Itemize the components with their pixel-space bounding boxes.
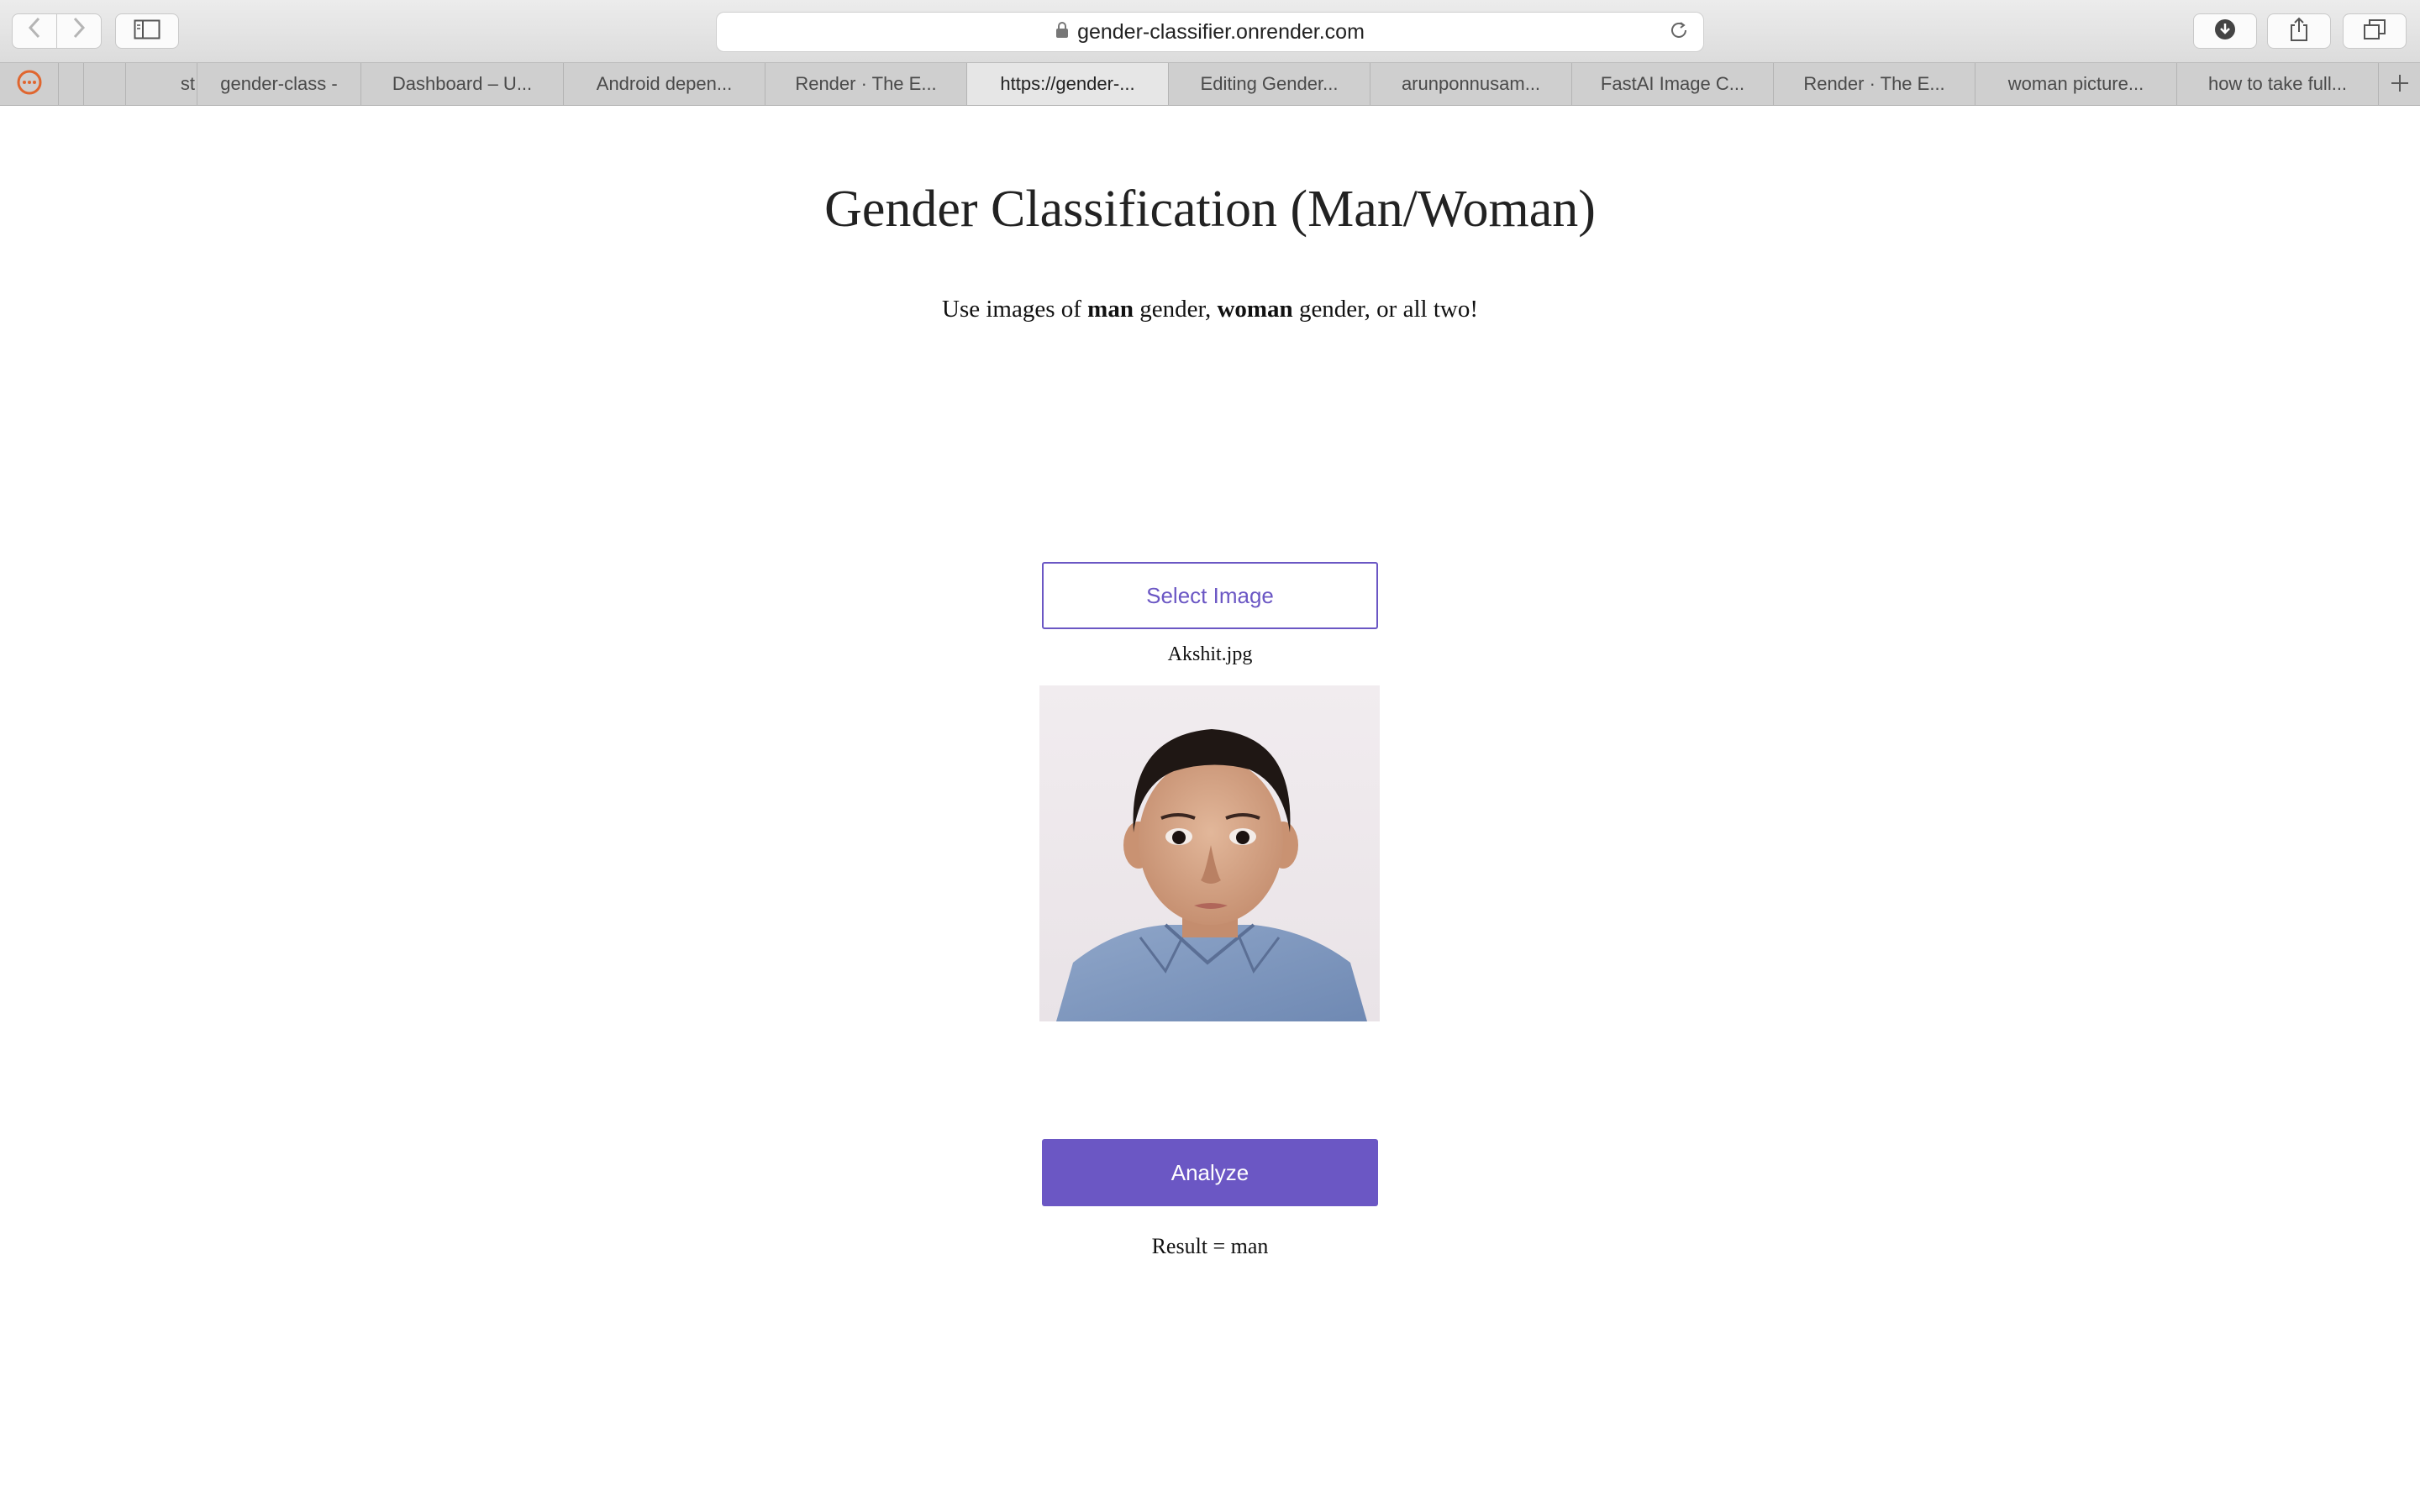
plus-icon: [2390, 68, 2410, 101]
tab-label: FastAI Image C...: [1600, 73, 1745, 94]
subtitle-text: gender,: [1133, 296, 1218, 323]
render-logo-icon: [16, 69, 43, 100]
reload-button[interactable]: [1666, 19, 1691, 45]
chevron-left-icon: [27, 16, 42, 46]
address-url: gender-classifier.onrender.com: [1077, 19, 1365, 44]
tab[interactable]: Render · The E...: [1774, 63, 1975, 105]
downloads-button[interactable]: [2193, 13, 2257, 49]
tab-label: st: [180, 73, 195, 94]
tab-label: Editing Gender...: [1200, 73, 1339, 94]
back-button[interactable]: [12, 13, 57, 49]
share-icon: [2288, 17, 2310, 46]
tab-bar: st gender-class - Dashboard – U... Andro…: [0, 63, 2420, 106]
tab-active[interactable]: https://gender-...: [967, 63, 1169, 105]
tab-label: how to take full...: [2207, 73, 2348, 94]
browser-window: gender-classifier.onrender.com st gender…: [0, 0, 2420, 1512]
download-icon: [2213, 18, 2237, 45]
tab-label: arunponnusam...: [1401, 73, 1541, 94]
subtitle-text: Use images of: [942, 296, 1088, 323]
page-title: Gender Classification (Man/Woman): [824, 181, 1596, 238]
browser-toolbar: gender-classifier.onrender.com: [0, 0, 2420, 63]
tab[interactable]: how to take full...: [2177, 63, 2379, 105]
tab[interactable]: woman picture...: [1975, 63, 2177, 105]
share-button[interactable]: [2267, 13, 2331, 49]
uploaded-image-preview: [1039, 685, 1380, 1021]
tab[interactable]: Editing Gender...: [1169, 63, 1370, 105]
tab-label: Render · The E...: [795, 73, 937, 94]
tab-label: woman picture...: [2007, 73, 2144, 94]
tab[interactable]: Android depen...: [564, 63, 765, 105]
lock-icon: [1055, 21, 1069, 43]
subtitle-woman: woman: [1217, 296, 1293, 323]
page-subtitle: Use images of man gender, woman gender, …: [0, 296, 2420, 323]
address-bar[interactable]: gender-classifier.onrender.com: [716, 12, 1704, 52]
tab[interactable]: Render · The E...: [765, 63, 967, 105]
select-image-button[interactable]: Select Image: [1042, 562, 1378, 629]
chevron-right-icon: [71, 16, 87, 46]
reload-icon: [1669, 20, 1689, 45]
pinned-tab[interactable]: [0, 63, 59, 105]
pinned-tab[interactable]: [59, 63, 84, 105]
tabs-overview-button[interactable]: [2343, 13, 2407, 49]
sidebar-button[interactable]: [115, 13, 179, 49]
selected-filename: Akshit.jpg: [1167, 643, 1253, 665]
tabs-overview-icon: [2363, 18, 2386, 45]
subtitle-text: gender, or all two!: [1292, 296, 1478, 323]
analyze-button[interactable]: Analyze: [1042, 1139, 1378, 1206]
tab-label: https://gender-...: [1000, 73, 1135, 94]
tab[interactable]: arunponnusam...: [1370, 63, 1572, 105]
forward-button[interactable]: [56, 13, 102, 49]
tab-label: Render · The E...: [1803, 73, 1945, 94]
result-text: Result = man: [1151, 1234, 1269, 1258]
tab[interactable]: Dashboard – U...: [361, 63, 564, 105]
tab[interactable]: FastAI Image C...: [1572, 63, 1774, 105]
tab-label: gender-class -: [220, 73, 338, 94]
tab[interactable]: gender-class -: [197, 63, 361, 105]
pinned-tab[interactable]: [84, 63, 126, 105]
subtitle-man: man: [1087, 296, 1134, 323]
new-tab-button[interactable]: [2378, 63, 2420, 105]
tab[interactable]: st: [126, 63, 197, 105]
sidebar-icon: [134, 19, 160, 44]
tab-label: Android depen...: [596, 73, 733, 94]
tab-label: Dashboard – U...: [392, 73, 533, 94]
page-content: Gender Classification (Man/Woman) Use im…: [0, 106, 2420, 1512]
